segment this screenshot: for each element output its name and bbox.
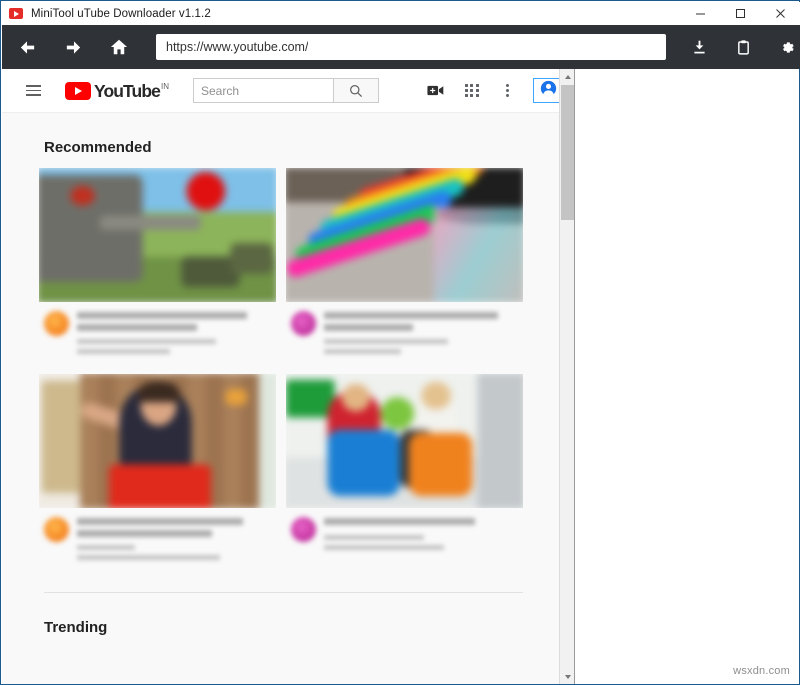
children-toys-thumbnail xyxy=(286,374,523,508)
youtube-play-icon xyxy=(65,82,91,100)
rainbow-stripes-thumbnail xyxy=(286,168,523,302)
minimize-button[interactable] xyxy=(680,2,720,25)
channel-avatar[interactable] xyxy=(44,311,69,336)
video-title-line xyxy=(324,324,413,331)
browser-viewport: YouTube IN Search xyxy=(2,69,575,684)
address-bar[interactable]: https://www.youtube.com/ xyxy=(156,34,666,60)
video-meta xyxy=(39,508,276,565)
channel-avatar[interactable] xyxy=(291,517,316,542)
youtube-country-code: IN xyxy=(161,82,169,92)
title-bar: MiniTool uTube Downloader v1.1.2 xyxy=(2,2,800,25)
video-text xyxy=(77,517,270,565)
section-title-trending: Trending xyxy=(2,593,560,648)
video-subtitle-line xyxy=(324,535,424,540)
video-subtitle-line xyxy=(324,349,401,354)
vertical-scrollbar[interactable] xyxy=(559,69,574,684)
video-title-line xyxy=(77,518,243,525)
video-camera-add-icon[interactable] xyxy=(423,78,449,104)
video-text xyxy=(324,311,517,359)
apps-grid-icon[interactable] xyxy=(459,78,485,104)
video-subtitle-line xyxy=(324,339,448,344)
video-card[interactable] xyxy=(286,168,523,359)
search-placeholder: Search xyxy=(201,84,239,98)
window-title: MiniTool uTube Downloader v1.1.2 xyxy=(31,8,211,20)
forward-icon[interactable] xyxy=(56,30,90,64)
more-vertical-icon[interactable] xyxy=(495,78,521,104)
video-subtitle-line xyxy=(77,545,135,550)
video-meta xyxy=(286,302,523,359)
youtube-logo[interactable]: YouTube IN xyxy=(65,81,169,101)
account-circle-icon xyxy=(540,80,557,102)
gear-icon[interactable] xyxy=(770,30,800,64)
video-subtitle-line xyxy=(77,339,216,344)
maximize-button[interactable] xyxy=(720,2,760,25)
browser-toolbar: https://www.youtube.com/ xyxy=(2,25,800,69)
hamburger-menu-icon[interactable] xyxy=(18,76,48,106)
search-input[interactable]: Search xyxy=(193,78,333,103)
video-meta xyxy=(39,302,276,359)
watermark: wsxdn.com xyxy=(733,665,790,677)
recommended-grid xyxy=(2,168,560,580)
toolbar-actions xyxy=(682,30,800,64)
home-icon[interactable] xyxy=(102,30,136,64)
video-subtitle-line xyxy=(77,349,170,354)
video-card[interactable] xyxy=(39,374,276,565)
video-subtitle-line xyxy=(77,555,220,560)
download-icon[interactable] xyxy=(682,30,716,64)
video-meta xyxy=(286,508,523,555)
clipboard-icon[interactable] xyxy=(726,30,760,64)
caret-down-icon[interactable] xyxy=(560,669,575,684)
back-icon[interactable] xyxy=(10,30,44,64)
tank-game-thumbnail xyxy=(39,168,276,302)
video-thumbnail[interactable] xyxy=(286,374,523,508)
screenshot-root: MiniTool uTube Downloader v1.1.2 xyxy=(0,0,800,685)
scrollbar-thumb[interactable] xyxy=(561,85,574,220)
video-title-line xyxy=(77,324,197,331)
kitchen-person-thumbnail xyxy=(39,374,276,508)
video-title-line xyxy=(324,518,475,525)
video-card[interactable] xyxy=(286,374,523,565)
video-text xyxy=(77,311,270,359)
search-icon[interactable] xyxy=(333,78,379,103)
section-title-recommended: Recommended xyxy=(2,113,560,168)
video-thumbnail[interactable] xyxy=(39,374,276,508)
channel-avatar[interactable] xyxy=(44,517,69,542)
caret-up-icon[interactable] xyxy=(560,69,575,84)
video-text xyxy=(324,517,517,555)
video-thumbnail[interactable] xyxy=(286,168,523,302)
video-feed: Recommended xyxy=(2,113,560,648)
video-subtitle-line xyxy=(324,545,444,550)
youtube-logo-text: YouTube xyxy=(94,81,160,101)
address-bar-value: https://www.youtube.com/ xyxy=(166,40,308,54)
application-window: MiniTool uTube Downloader v1.1.2 xyxy=(0,0,800,685)
youtube-masthead: YouTube IN Search xyxy=(2,69,560,113)
video-title-line xyxy=(324,312,498,319)
youtube-search: Search xyxy=(193,78,379,103)
close-button[interactable] xyxy=(760,2,800,25)
channel-avatar[interactable] xyxy=(291,311,316,336)
window-controls xyxy=(680,2,800,25)
video-card[interactable] xyxy=(39,168,276,359)
video-title-line xyxy=(77,530,212,537)
app-logo-icon xyxy=(9,8,23,19)
video-title-line xyxy=(77,312,247,319)
video-thumbnail[interactable] xyxy=(39,168,276,302)
sign-in-button[interactable]: SIGN IN xyxy=(533,78,560,103)
youtube-actions: SIGN IN xyxy=(423,78,560,104)
youtube-page: YouTube IN Search xyxy=(2,69,560,684)
